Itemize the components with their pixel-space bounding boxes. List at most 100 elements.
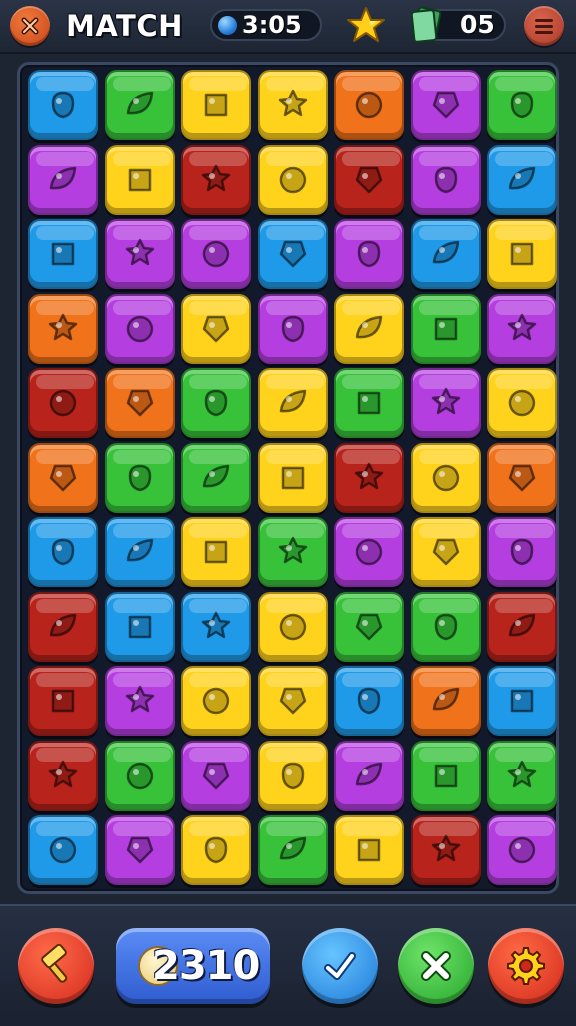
tile-purple[interactable] <box>487 293 557 364</box>
tile-purple[interactable] <box>334 219 404 289</box>
tile-glyph-icon <box>48 760 78 787</box>
tile-glyph-icon <box>507 760 537 787</box>
tile-yellow[interactable] <box>487 219 557 289</box>
tile-red[interactable] <box>181 144 251 215</box>
tile-blue[interactable] <box>28 517 98 587</box>
tile-glyph-icon <box>508 613 536 636</box>
tile-green[interactable] <box>104 442 175 513</box>
tile-yellow[interactable] <box>181 70 251 140</box>
tile-red[interactable] <box>334 442 404 513</box>
check-button[interactable] <box>302 928 378 1004</box>
tile-glyph-icon <box>434 613 457 640</box>
hammer-button[interactable] <box>18 928 94 1004</box>
tile-yellow[interactable] <box>410 442 481 513</box>
tile-yellow[interactable] <box>257 740 328 811</box>
tile-red[interactable] <box>487 591 557 662</box>
tile-red[interactable] <box>28 666 98 736</box>
tile-yellow[interactable] <box>410 517 481 587</box>
tile-glyph-icon <box>204 540 228 564</box>
tile-red[interactable] <box>28 740 98 811</box>
tile-purple[interactable] <box>410 144 481 215</box>
tile-orange[interactable] <box>410 666 481 736</box>
tile-yellow[interactable] <box>334 815 404 885</box>
tile-green[interactable] <box>181 368 251 438</box>
tile-green[interactable] <box>257 517 328 587</box>
tile-purple[interactable] <box>104 293 175 364</box>
tile-yellow[interactable] <box>104 144 175 215</box>
tile-orange[interactable] <box>104 368 175 438</box>
tile-yellow[interactable] <box>257 70 328 140</box>
settings-button[interactable] <box>488 928 564 1004</box>
tile-yellow[interactable] <box>257 442 328 513</box>
tile-red[interactable] <box>28 368 98 438</box>
tile-red[interactable] <box>410 815 481 885</box>
tile-green[interactable] <box>487 70 557 140</box>
tile-purple[interactable] <box>410 70 481 140</box>
tile-blue[interactable] <box>487 144 557 215</box>
tile-blue[interactable] <box>487 666 557 736</box>
tile-blue[interactable] <box>104 591 175 662</box>
tile-yellow[interactable] <box>257 368 328 438</box>
menu-icon <box>535 19 553 34</box>
tile-purple[interactable] <box>410 368 481 438</box>
tile-glyph-icon <box>202 687 230 715</box>
tile-glyph-icon <box>49 613 77 636</box>
close-button[interactable] <box>10 6 50 46</box>
tile-yellow[interactable] <box>257 144 328 215</box>
tile-blue[interactable] <box>104 517 175 587</box>
tile-purple[interactable] <box>104 815 175 885</box>
tile-green[interactable] <box>257 815 328 885</box>
tile-glyph-icon <box>51 689 75 713</box>
tile-blue[interactable] <box>28 70 98 140</box>
tile-blue[interactable] <box>257 219 328 289</box>
tile-purple[interactable] <box>257 293 328 364</box>
tile-green[interactable] <box>410 293 481 364</box>
tile-blue[interactable] <box>28 815 98 885</box>
tile-yellow[interactable] <box>257 666 328 736</box>
tile-orange[interactable] <box>28 293 98 364</box>
tile-blue[interactable] <box>334 666 404 736</box>
tile-purple[interactable] <box>487 517 557 587</box>
tile-red[interactable] <box>28 591 98 662</box>
check-icon <box>324 952 356 980</box>
tile-purple[interactable] <box>181 740 251 811</box>
tile-purple[interactable] <box>487 815 557 885</box>
tile-red[interactable] <box>334 144 404 215</box>
tile-purple[interactable] <box>28 144 98 215</box>
tile-yellow[interactable] <box>257 591 328 662</box>
tile-purple[interactable] <box>334 517 404 587</box>
tile-glyph-icon <box>279 240 306 268</box>
tile-blue[interactable] <box>28 219 98 289</box>
tile-green[interactable] <box>334 591 404 662</box>
tile-green[interactable] <box>410 740 481 811</box>
tile-yellow[interactable] <box>334 293 404 364</box>
tile-green[interactable] <box>104 70 175 140</box>
tile-glyph-icon <box>434 317 457 340</box>
game-title: MATCH <box>66 9 183 43</box>
tile-green[interactable] <box>181 442 251 513</box>
tile-green[interactable] <box>334 368 404 438</box>
tile-blue[interactable] <box>181 591 251 662</box>
tile-yellow[interactable] <box>181 517 251 587</box>
tile-orange[interactable] <box>487 442 557 513</box>
close-icon <box>421 951 451 981</box>
tile-purple[interactable] <box>104 219 175 289</box>
tile-yellow[interactable] <box>487 368 557 438</box>
tile-orange[interactable] <box>334 70 404 140</box>
tile-orange[interactable] <box>28 442 98 513</box>
tile-yellow[interactable] <box>181 666 251 736</box>
tile-green[interactable] <box>104 740 175 811</box>
tile-glyph-icon <box>281 762 304 789</box>
menu-button[interactable] <box>524 6 564 46</box>
tile-green[interactable] <box>487 740 557 811</box>
tile-purple[interactable] <box>104 666 175 736</box>
tile-purple[interactable] <box>334 740 404 811</box>
tile-glyph-icon <box>202 240 230 268</box>
tile-yellow[interactable] <box>181 815 251 885</box>
tile-yellow[interactable] <box>181 293 251 364</box>
tile-green[interactable] <box>410 591 481 662</box>
tile-glyph-icon <box>204 389 228 417</box>
tile-purple[interactable] <box>181 219 251 289</box>
cancel-button[interactable] <box>398 928 474 1004</box>
tile-blue[interactable] <box>410 219 481 289</box>
